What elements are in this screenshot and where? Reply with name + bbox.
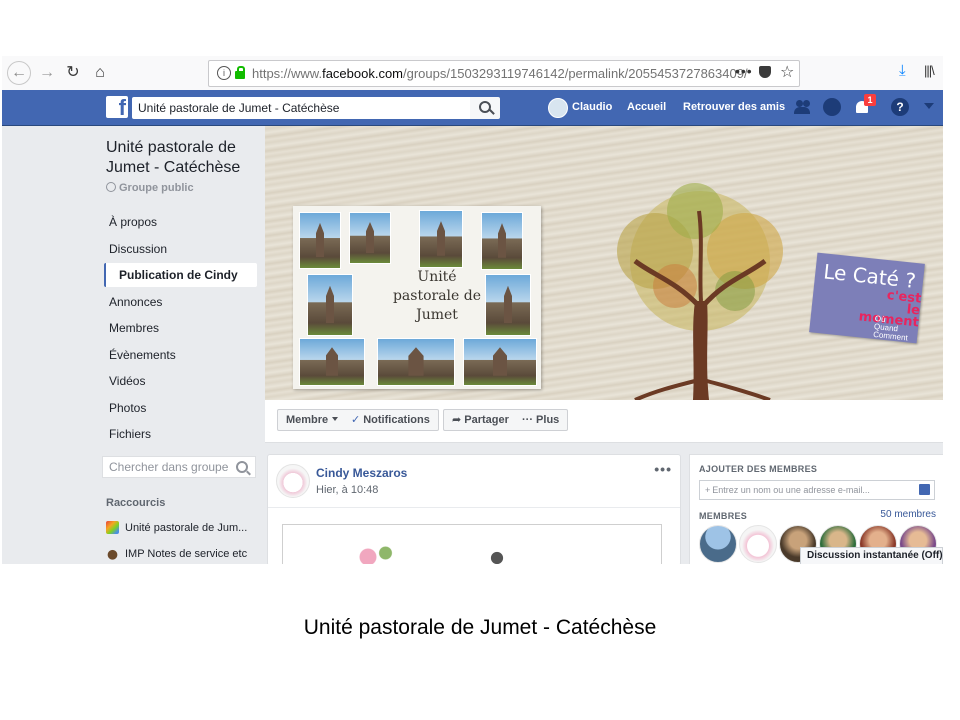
ellipsis-icon: ··· <box>522 414 537 426</box>
notifications-button[interactable]: ✓ Notifications <box>343 409 439 431</box>
chat-tab[interactable]: Discussion instantanée (Off) <box>800 547 943 564</box>
church-photo <box>299 338 365 386</box>
sidebar-item-announcements[interactable]: Annonces <box>102 290 255 314</box>
help-icon[interactable]: ? <box>891 98 909 116</box>
more-button[interactable]: ··· Plus <box>514 409 569 431</box>
reload-icon[interactable]: ↻ <box>61 61 85 85</box>
sidebar-item-discussion[interactable]: Discussion <box>102 237 255 261</box>
church-photo <box>463 338 537 386</box>
group-action-bar: Membre ✓ Notifications ➦ Partager ··· Plu… <box>265 400 943 443</box>
library-icon[interactable]: |||\ <box>924 63 935 78</box>
profile-link[interactable]: Claudio <box>572 101 612 113</box>
sidebar-item-cindy-post[interactable]: Publication de Cindy <box>104 263 257 287</box>
chevron-down-icon <box>332 417 339 421</box>
arrow-left-icon[interactable]: ← <box>7 61 31 85</box>
friend-requests-icon[interactable] <box>794 98 812 116</box>
cate-badge: Le Caté ? c'est le moment Où Quand Comment <box>809 252 925 344</box>
arrow-right-icon[interactable]: → <box>35 61 59 85</box>
post-image[interactable] <box>282 524 662 564</box>
messenger-icon[interactable] <box>823 98 841 116</box>
find-friends-link[interactable]: Retrouver des amis <box>683 101 785 113</box>
avatar[interactable] <box>276 464 310 498</box>
url-text[interactable]: https://www.facebook.com/groups/15032931… <box>252 66 748 81</box>
member-button[interactable]: Membre <box>277 409 348 431</box>
cate-small-text: Où Quand Comment <box>872 313 909 343</box>
divider <box>268 507 680 508</box>
group-privacy: Groupe public <box>106 182 194 194</box>
church-photo <box>299 212 341 269</box>
flower-illustration <box>353 537 403 564</box>
avatar[interactable] <box>739 525 777 563</box>
slide-caption: Unité pastorale de Jumet - Catéchèse <box>303 616 657 639</box>
pocket-icon[interactable] <box>759 66 771 78</box>
facebook-top-bar: f Unité pastorale de Jumet - Catéchèse C… <box>2 90 943 126</box>
share-button[interactable]: ➦ Partager <box>443 409 518 431</box>
lock-icon <box>235 66 245 79</box>
contacts-icon[interactable] <box>919 484 930 495</box>
facebook-logo-icon[interactable]: f <box>106 96 128 118</box>
church-photo <box>481 212 523 270</box>
search-icon[interactable] <box>470 97 500 119</box>
group-sidebar: Unité pastorale de Jumet - Catéchèse Gro… <box>2 126 264 564</box>
sidebar-item-files[interactable]: Fichiers <box>102 422 255 446</box>
browser-toolbar: ← → ↻ ⌂ i https://www.facebook.com/group… <box>2 56 943 91</box>
home-link[interactable]: Accueil <box>627 101 666 113</box>
chevron-down-icon[interactable] <box>924 103 934 109</box>
add-members-heading: AJOUTER DES MEMBRES <box>699 464 818 474</box>
info-icon[interactable]: i <box>217 66 231 80</box>
avatar[interactable] <box>699 525 737 563</box>
sidebar-item-photos[interactable]: Photos <box>102 396 255 420</box>
sidebar-item-events[interactable]: Évènements <box>102 343 255 367</box>
cover-collage: Unité pastorale de Jumet <box>293 206 541 389</box>
flower-illustration <box>479 543 515 564</box>
cover-photo[interactable]: Unité pastorale de Jumet Le Caté ? c'est… <box>265 126 943 400</box>
home-icon[interactable]: ⌂ <box>88 61 112 85</box>
members-count-link[interactable]: 50 membres <box>880 509 936 520</box>
plus-icon: + <box>705 485 711 495</box>
church-photo <box>485 274 531 336</box>
shortcut-item[interactable]: Unité pastorale de Jum... <box>106 521 256 534</box>
members-heading: MEMBRES <box>699 511 748 521</box>
page-actions-icon[interactable]: ••• <box>735 63 753 79</box>
sidebar-item-videos[interactable]: Vidéos <box>102 369 255 393</box>
post-options-icon[interactable]: ••• <box>654 461 672 477</box>
download-icon[interactable]: ⤓ <box>899 62 906 79</box>
globe-icon <box>106 182 116 192</box>
church-photo <box>419 210 463 268</box>
shortcuts-heading: Raccourcis <box>106 497 166 509</box>
url-bar[interactable]: i https://www.facebook.com/groups/150329… <box>208 60 800 87</box>
share-arrow-icon: ➦ <box>452 414 465 426</box>
church-photo <box>349 212 391 264</box>
tree-illustration <box>617 183 783 400</box>
bookmark-star-icon[interactable]: ☆ <box>780 62 794 82</box>
coffee-icon <box>106 547 119 560</box>
search-icon[interactable] <box>236 461 248 473</box>
group-search-input[interactable]: Chercher dans groupe <box>102 456 256 478</box>
sidebar-item-about[interactable]: À propos <box>102 210 255 234</box>
post-timestamp[interactable]: Hier, à 10:48 <box>316 484 378 496</box>
facebook-search-input[interactable]: Unité pastorale de Jumet - Catéchèse <box>132 97 470 119</box>
cover-card-text: Unité pastorale de Jumet <box>392 269 482 323</box>
screenshot: ← → ↻ ⌂ i https://www.facebook.com/group… <box>2 56 943 564</box>
church-photo <box>377 338 455 386</box>
church-photo <box>307 274 353 336</box>
add-member-input[interactable]: + Entrez un nom ou une adresse e-mail... <box>699 480 935 500</box>
sidebar-item-members[interactable]: Membres <box>102 316 255 340</box>
shortcut-item[interactable]: IMP Notes de service etc <box>106 547 256 560</box>
post-card: Cindy Meszaros Hier, à 10:48 ••• <box>267 454 681 564</box>
avatar[interactable] <box>548 98 568 118</box>
notification-badge: 1 <box>864 94 876 106</box>
check-icon: ✓ <box>351 414 361 426</box>
post-author[interactable]: Cindy Meszaros <box>316 466 407 480</box>
group-title[interactable]: Unité pastorale de Jumet - Catéchèse <box>106 138 256 178</box>
group-icon <box>106 521 119 534</box>
